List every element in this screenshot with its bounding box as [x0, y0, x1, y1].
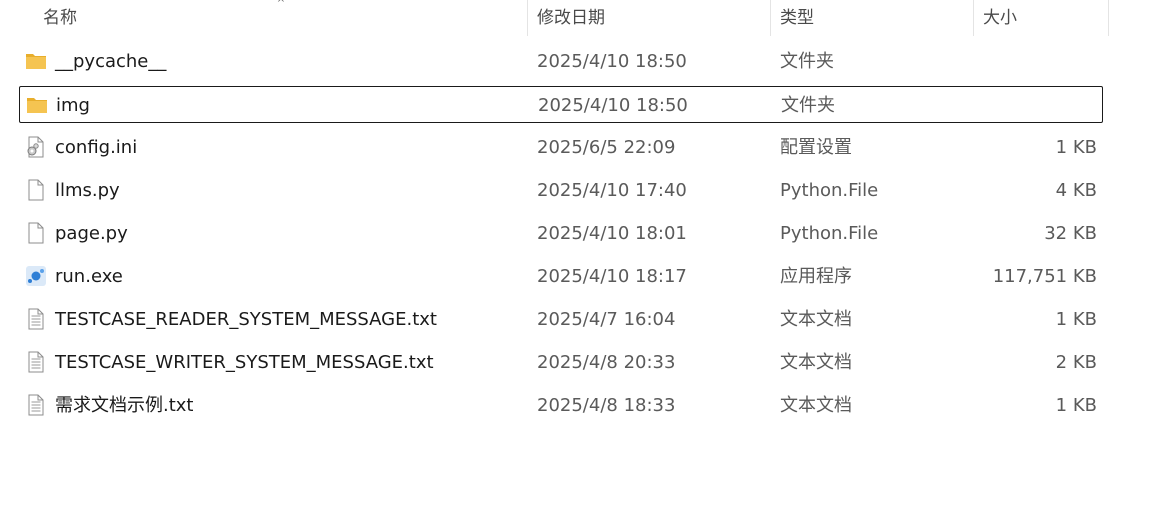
file-type: 应用程序	[780, 266, 852, 287]
file-name: 需求文档示例.txt	[55, 395, 194, 416]
file-size: 1 KB	[1055, 137, 1097, 158]
file-type: Python.File	[780, 180, 879, 201]
file-row[interactable]: llms.py 2025/4/10 17:40 Python.File 4 KB	[19, 172, 1103, 209]
file-name: TESTCASE_READER_SYSTEM_MESSAGE.txt	[55, 309, 437, 330]
file-modified-date: 2025/4/10 18:50	[538, 95, 688, 116]
text-file-icon	[25, 308, 47, 330]
file-name: run.exe	[55, 266, 123, 287]
text-file-icon	[25, 394, 47, 416]
file-modified-date: 2025/4/10 18:01	[537, 223, 687, 244]
file-name: page.py	[55, 223, 128, 244]
text-file-icon	[25, 351, 47, 373]
sort-ascending-icon: ^	[276, 0, 286, 7]
config-file-icon	[25, 136, 47, 158]
column-divider[interactable]	[1108, 0, 1109, 36]
file-row[interactable]: run.exe 2025/4/10 18:17 应用程序 117,751 KB	[19, 258, 1103, 295]
blank-file-icon	[25, 179, 47, 201]
file-modified-date: 2025/4/8 18:33	[537, 395, 676, 416]
file-name: config.ini	[55, 137, 138, 158]
file-size: 2 KB	[1055, 352, 1097, 373]
column-header-bar: 名称 ^ 修改日期 类型 大小	[0, 0, 1162, 38]
file-modified-date: 2025/4/10 18:50	[537, 51, 687, 72]
file-modified-date: 2025/6/5 22:09	[537, 137, 676, 158]
file-type: 文本文档	[780, 309, 852, 330]
file-modified-date: 2025/4/8 20:33	[537, 352, 676, 373]
column-header-modified[interactable]: 修改日期	[537, 0, 605, 36]
file-size: 117,751 KB	[992, 266, 1097, 287]
file-row[interactable]: __pycache__ 2025/4/10 18:50 文件夹	[19, 43, 1103, 80]
file-row[interactable]: page.py 2025/4/10 18:01 Python.File 32 KB	[19, 215, 1103, 252]
file-row[interactable]: img 2025/4/10 18:50 文件夹	[19, 86, 1103, 123]
column-header-name[interactable]: 名称	[43, 0, 77, 36]
file-type: 文本文档	[780, 395, 852, 416]
file-size: 4 KB	[1055, 180, 1097, 201]
file-row[interactable]: TESTCASE_READER_SYSTEM_MESSAGE.txt 2025/4…	[19, 301, 1103, 338]
file-type: 文件夹	[780, 51, 834, 72]
column-divider[interactable]	[770, 0, 771, 36]
file-row[interactable]: TESTCASE_WRITER_SYSTEM_MESSAGE.txt 2025/4…	[19, 344, 1103, 381]
file-size: 1 KB	[1055, 309, 1097, 330]
file-row[interactable]: 需求文档示例.txt 2025/4/8 18:33 文本文档 1 KB	[19, 387, 1103, 424]
file-type: 文件夹	[781, 95, 835, 116]
file-name: __pycache__	[55, 51, 167, 72]
file-size: 32 KB	[1044, 223, 1097, 244]
file-name: img	[56, 95, 90, 116]
file-type: 文本文档	[780, 352, 852, 373]
column-divider[interactable]	[527, 0, 528, 36]
folder-icon	[25, 50, 47, 72]
file-size: 1 KB	[1055, 395, 1097, 416]
folder-icon	[26, 94, 48, 116]
file-type: 配置设置	[780, 137, 852, 158]
file-name: llms.py	[55, 180, 120, 201]
file-modified-date: 2025/4/10 17:40	[537, 180, 687, 201]
column-header-size[interactable]: 大小	[983, 0, 1017, 36]
file-type: Python.File	[780, 223, 879, 244]
exe-icon	[25, 265, 47, 287]
blank-file-icon	[25, 222, 47, 244]
column-divider[interactable]	[973, 0, 974, 36]
file-modified-date: 2025/4/7 16:04	[537, 309, 676, 330]
column-header-type[interactable]: 类型	[780, 0, 814, 36]
file-row[interactable]: config.ini 2025/6/5 22:09 配置设置 1 KB	[19, 129, 1103, 166]
file-name: TESTCASE_WRITER_SYSTEM_MESSAGE.txt	[55, 352, 434, 373]
file-modified-date: 2025/4/10 18:17	[537, 266, 687, 287]
